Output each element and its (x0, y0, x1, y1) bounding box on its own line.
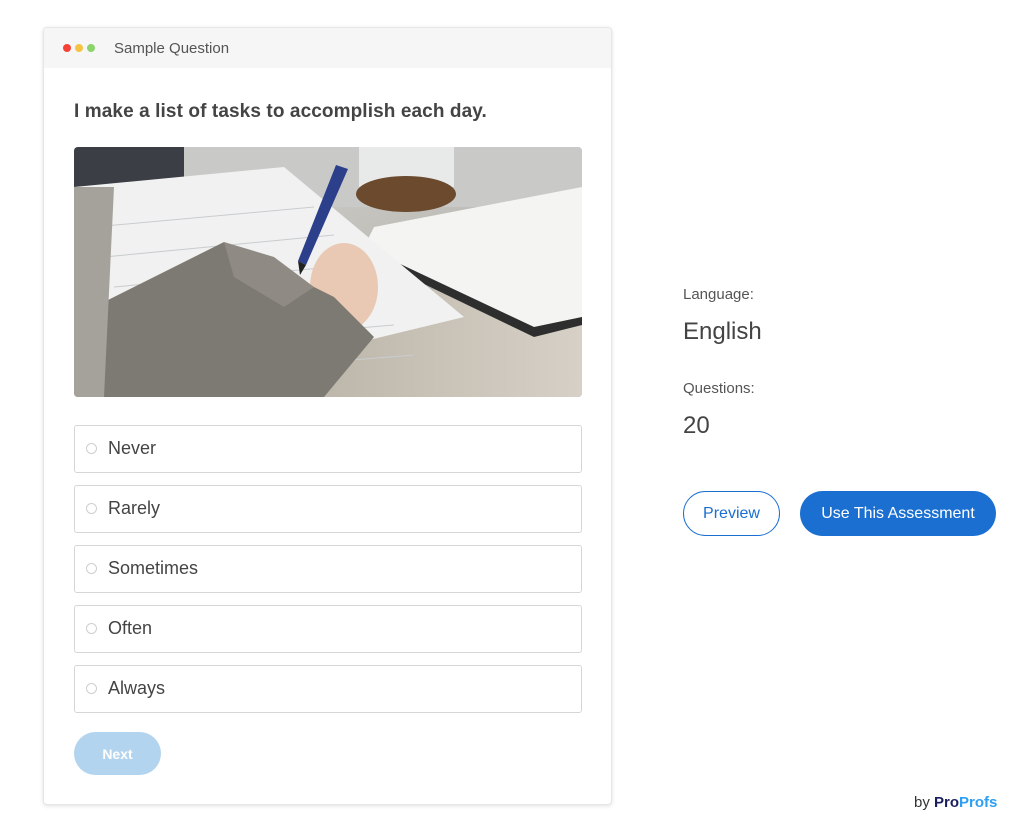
option-label: Always (108, 678, 166, 698)
language-value: English (683, 318, 762, 345)
questions-value: 20 (683, 412, 710, 439)
card-header: Sample Question (44, 28, 611, 68)
language-label: Language: (683, 286, 754, 303)
brand-by: by (914, 794, 930, 811)
brand-logo-pro: Pro (934, 794, 960, 811)
option-often[interactable]: Often (74, 605, 582, 653)
option-label: Rarely (108, 498, 161, 518)
use-this-assessment-button[interactable]: Use This Assessment (800, 491, 996, 536)
answer-options: Never Rarely Sometimes Often Always (74, 425, 582, 725)
option-label: Often (108, 618, 153, 638)
option-label: Sometimes (108, 558, 199, 578)
card-title: Sample Question (114, 40, 230, 57)
questions-label: Questions: (683, 380, 755, 397)
window-dot-yellow-icon (75, 44, 83, 52)
question-text: I make a list of tasks to accomplish eac… (74, 101, 487, 122)
radio-icon[interactable] (86, 503, 97, 514)
option-always[interactable]: Always (74, 665, 582, 713)
window-dot-green-icon (87, 44, 95, 52)
option-rarely[interactable]: Rarely (74, 485, 582, 533)
question-image (74, 147, 582, 397)
preview-button[interactable]: Preview (683, 491, 780, 536)
sample-question-card: Sample Question I make a list of tasks t… (43, 27, 612, 805)
proprofs-brand[interactable]: by ProProfs (914, 794, 997, 811)
option-sometimes[interactable]: Sometimes (74, 545, 582, 593)
option-never[interactable]: Never (74, 425, 582, 473)
radio-icon[interactable] (86, 563, 97, 574)
radio-icon[interactable] (86, 683, 97, 694)
option-label: Never (108, 438, 157, 458)
brand-logo-profs: Profs (959, 794, 998, 811)
radio-icon[interactable] (86, 443, 97, 454)
window-dot-red-icon (63, 44, 71, 52)
next-button[interactable]: Next (74, 732, 161, 775)
radio-icon[interactable] (86, 623, 97, 634)
